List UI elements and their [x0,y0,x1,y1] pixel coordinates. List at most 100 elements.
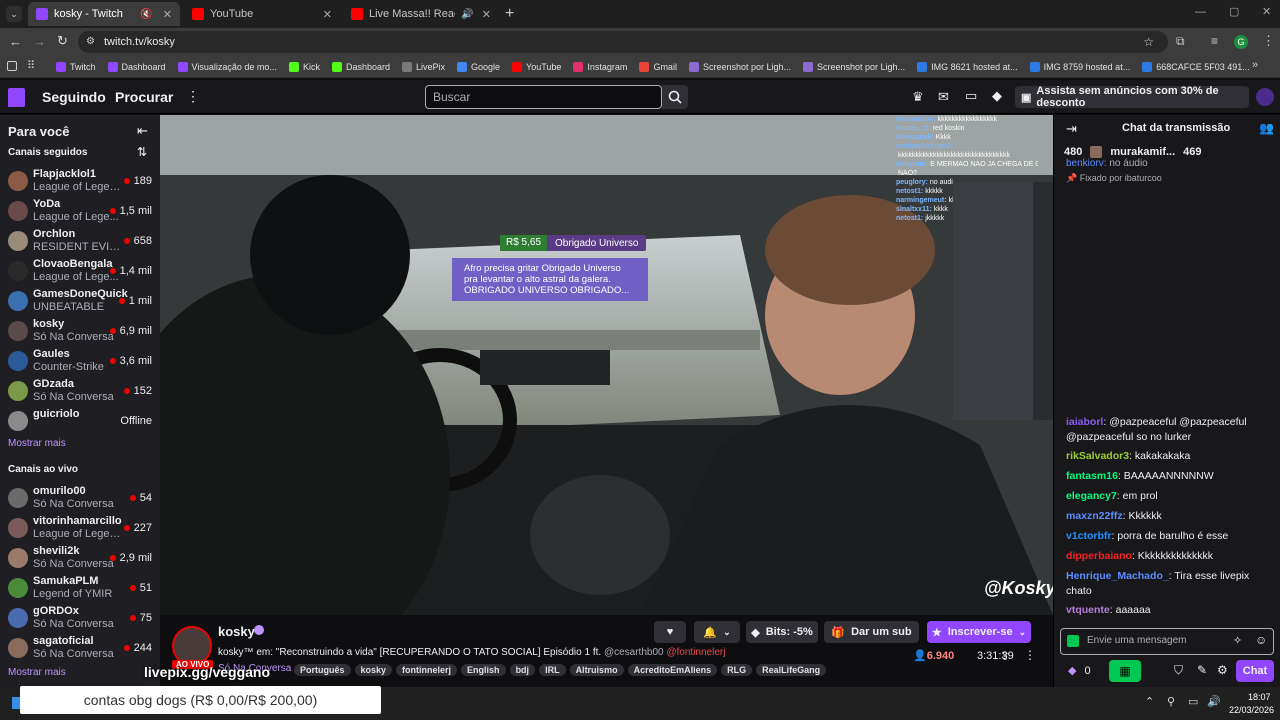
extensions-icon[interactable]: ⧉ [1176,34,1185,49]
chat-input[interactable]: Envie uma mensagem ✧ ☺ [1060,628,1274,655]
chat-message[interactable]: iaiaborl: @pazpeaceful @pazpeaceful @paz… [1066,415,1271,445]
bookmark-item[interactable]: Screenshot por Ligh... [688,61,791,72]
tab-live-massa[interactable]: Live Massa!! React = 20 - Yo 🔊 ✕ [343,2,499,26]
bookmark-item[interactable]: YouTube [512,61,561,72]
chat-username[interactable]: v1ctorbfr [1066,530,1112,542]
profile-avatar[interactable]: G [1234,35,1248,49]
turbo-button[interactable]: ▣ Assista sem anúncios com 30% de descon… [1015,85,1249,109]
nav-more-icon[interactable]: ⋮ [186,88,200,105]
bookmarks-overflow-icon[interactable]: » [1252,59,1258,71]
stream-tag[interactable]: kosky [354,664,393,676]
network-icon[interactable]: ⚲ [1167,695,1175,708]
subscribe-button[interactable]: ★ Inscrever-se ⌄ [927,621,1031,643]
chat-username[interactable]: maxzn22ffz [1066,510,1123,522]
bits-chat-icon[interactable] [1067,635,1079,647]
show-more-link[interactable]: Mostrar mais [8,438,66,449]
gift-sub-button[interactable]: 🎁 Dar um sub [824,621,919,643]
chat-users-icon[interactable]: 👥 [1259,121,1274,135]
stream-tag[interactable]: Altruismo [569,664,624,676]
new-tab-button[interactable]: + [505,5,514,23]
emote-icon[interactable]: ☺ [1255,633,1267,647]
shield-icon[interactable]: ⛉ [1174,663,1183,678]
chat-message[interactable]: rikSalvador3: kakakakaka [1066,449,1271,464]
sidebar-channel[interactable]: OrchlonRESIDENT EVIL: r... 658 [0,227,160,257]
channel-name[interactable]: kosky [218,624,255,639]
bookmark-item[interactable]: Google [457,61,500,72]
bookmark-item[interactable]: Twitch [56,61,96,72]
collapse-sidebar-icon[interactable]: ⇤ [137,123,148,139]
tab-close-icon[interactable]: ✕ [323,8,332,21]
twitch-logo-icon[interactable] [8,88,25,107]
bookmark-item[interactable]: Kick [288,61,320,72]
mention-link[interactable]: @fontinnelerj [666,647,725,658]
stream-tag[interactable]: IRL [539,664,566,676]
sidebar-channel[interactable]: Gaules Counter-Strike 3,6 mil [0,347,160,377]
mention-link[interactable]: @cesarthb00 [604,647,664,658]
bookmark-item[interactable]: LivePix [401,61,445,72]
stream-tag[interactable]: English [461,664,506,676]
display-icon[interactable]: ▭ [1188,695,1198,708]
collapse-chat-icon[interactable]: ⇥ [1066,121,1077,137]
chat-send-button[interactable]: Chat [1236,660,1274,682]
bookmark-item[interactable]: Dashboard [107,61,166,72]
bits-button[interactable]: ◆ Bits: -5% [746,621,818,643]
tab-audio-icon[interactable]: 🔊 [461,9,473,20]
stream-tag[interactable]: bdj [509,664,536,676]
sidebar-channel[interactable]: YoDa League of Lege... 1,5 mil [0,197,160,227]
show-more-link-2[interactable]: Mostrar mais [8,667,66,678]
tray-chevron-icon[interactable]: ⌃ [1145,695,1154,708]
sidebar-channel[interactable]: ClovaoBengala League of Lege... 1,4 mil [0,257,160,287]
nav-following[interactable]: Seguindo [42,89,106,105]
inbox-icon[interactable]: ✉ [938,89,949,105]
more-options-icon[interactable]: ⋮ [1024,648,1036,662]
sidebar-channel[interactable]: gORDOx Só Na Conversa 75 [0,604,160,634]
chat-message[interactable]: fantasm16: BAAAAANNNNNW [1066,469,1271,484]
forward-icon[interactable]: → [33,34,46,49]
settings-gear-icon[interactable]: ⚙ [1217,663,1228,677]
chat-username[interactable]: Henrique_Machado_ [1066,570,1169,582]
stream-tag[interactable]: AcreditoEmAliens [627,664,718,676]
chat-username[interactable]: iaiaborl [1066,416,1103,428]
user-avatar[interactable] [1256,88,1274,106]
sidebar-channel[interactable]: sagatoficial Só Na Conversa 244 [0,634,160,664]
stream-tag[interactable]: RealLifeGang [756,664,827,676]
reload-icon[interactable]: ↻ [57,33,68,49]
volume-icon[interactable]: 🔊 [1207,695,1221,708]
share-icon[interactable]: ⇪ [1000,649,1010,663]
bookmark-item[interactable]: Instagram [573,61,627,72]
stream-tag[interactable]: fontinnelerj [396,664,458,676]
bookmark-item[interactable]: IMG 8759 hosted at... [1029,61,1130,72]
notifications-button[interactable]: 🔔 ⌄ [694,621,740,643]
tab-kosky-twitch[interactable]: kosky - Twitch 🔇 ✕ [28,2,180,26]
chat-username[interactable]: elegancy7 [1066,490,1117,502]
chat-username[interactable]: vtquente [1066,604,1110,616]
sort-icon[interactable]: ⇅ [137,145,147,159]
tab-audio-icon[interactable]: 🔇 [140,9,152,20]
search-input[interactable]: Buscar [425,85,662,109]
apps-grid-icon[interactable]: ⠿ [27,59,35,72]
tab-youtube[interactable]: YouTube ✕ [184,2,340,26]
chat-message[interactable]: dipperbaiano: Kkkkkkkkkkkkkk [1066,549,1271,564]
channel-points[interactable]: ◆ 0 [1068,664,1091,678]
window-maximize-icon[interactable]: ▢ [1229,5,1239,18]
window-close-icon[interactable]: ✕ [1262,5,1271,18]
bookmark-item[interactable]: 668CAFCE 5F03 491... [1142,61,1250,72]
sidebar-channel[interactable]: kosky Só Na Conversa 6,9 mil [0,317,160,347]
stream-tag[interactable]: RLG [721,664,753,676]
whispers-icon[interactable]: ▭ [965,88,977,104]
sidebar-channel[interactable]: SamukaPLM Legend of YMIR 51 [0,574,160,604]
sidebar-channel[interactable]: shevili2k Só Na Conversa 2,9 mil [0,544,160,574]
stream-tag[interactable]: Português [294,664,351,676]
bookmark-item[interactable]: Visualização de mo... [177,61,277,72]
sidepanel-icon[interactable] [7,61,17,71]
bookmark-item[interactable]: IMG 8621 hosted at... [917,61,1018,72]
bookmark-star-icon[interactable]: ☆ [1143,31,1154,53]
window-minimize-icon[interactable]: — [1195,6,1206,18]
crown-icon[interactable]: ♛ [912,89,924,105]
video-player[interactable]: R$ 5,65 Obrigado Universo Afro precisa g… [160,115,1053,615]
sidebar-channel[interactable]: vitorinhamarcillo League of Legends 227 [0,514,160,544]
clock-time[interactable]: 18:07 [1248,692,1271,702]
chat-message[interactable]: maxzn22ffz: Kkkkkk [1066,509,1271,524]
tab-close-icon[interactable]: ✕ [482,8,491,21]
bits-icon[interactable]: ◆ [992,88,1002,104]
